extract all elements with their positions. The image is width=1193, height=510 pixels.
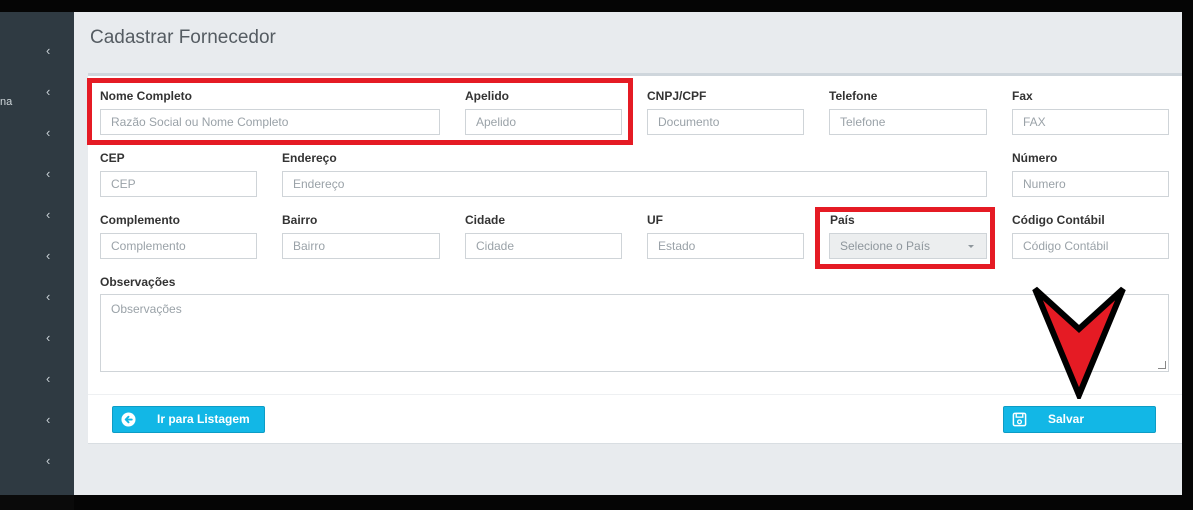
complemento-input[interactable]: Complemento bbox=[100, 233, 257, 259]
label-telefone: Telefone bbox=[829, 89, 878, 103]
label-numero: Número bbox=[1012, 151, 1058, 165]
bairro-input[interactable]: Bairro bbox=[282, 233, 440, 259]
telefone-input[interactable]: Telefone bbox=[829, 109, 987, 135]
label-endereco: Endereço bbox=[282, 151, 337, 165]
label-observacoes: Observações bbox=[100, 275, 176, 289]
highlight-box-name-fields bbox=[87, 78, 633, 145]
cep-input[interactable]: CEP bbox=[100, 171, 257, 197]
label-cep: CEP bbox=[100, 151, 125, 165]
floppy-disk-icon bbox=[1012, 412, 1027, 427]
label-codigo-contabil: Código Contábil bbox=[1012, 213, 1105, 227]
page-title: Cadastrar Fornecedor bbox=[90, 27, 276, 48]
numero-input[interactable]: Numero bbox=[1012, 171, 1169, 197]
chevron-left-icon[interactable]: ‹ bbox=[46, 126, 58, 140]
label-cnpj-cpf: CNPJ/CPF bbox=[647, 89, 707, 103]
chevron-left-icon[interactable]: ‹ bbox=[46, 249, 58, 263]
highlight-box-pais bbox=[815, 207, 995, 269]
chevron-left-icon[interactable]: ‹ bbox=[46, 167, 58, 181]
down-arrow-annotation-icon bbox=[1032, 286, 1126, 399]
uf-input[interactable]: Estado bbox=[647, 233, 804, 259]
arrow-left-circle-icon bbox=[121, 412, 136, 427]
chevron-left-icon[interactable]: ‹ bbox=[46, 372, 58, 386]
back-to-list-button[interactable]: Ir para Listagem bbox=[112, 406, 265, 433]
back-to-list-label: Ir para Listagem bbox=[157, 412, 250, 426]
chevron-left-icon[interactable]: ‹ bbox=[46, 331, 58, 345]
label-complemento: Complemento bbox=[100, 213, 181, 227]
form-divider bbox=[88, 394, 1182, 395]
codigo-contabil-input[interactable]: Código Contábil bbox=[1012, 233, 1169, 259]
chevron-left-icon[interactable]: ‹ bbox=[46, 413, 58, 427]
chevron-left-icon[interactable]: ‹ bbox=[46, 85, 58, 99]
chevron-left-icon[interactable]: ‹ bbox=[46, 44, 58, 58]
cidade-input[interactable]: Cidade bbox=[465, 233, 622, 259]
label-uf: UF bbox=[647, 213, 663, 227]
chevron-left-icon[interactable]: ‹ bbox=[46, 290, 58, 304]
fax-input[interactable]: FAX bbox=[1012, 109, 1169, 135]
label-cidade: Cidade bbox=[465, 213, 506, 227]
chevron-left-icon[interactable]: ‹ bbox=[46, 454, 58, 468]
save-button[interactable]: Salvar bbox=[1003, 406, 1156, 433]
chevron-left-icon[interactable]: ‹ bbox=[46, 208, 58, 222]
observacoes-textarea[interactable]: Observações bbox=[100, 294, 1169, 372]
sidebar-stub-text: na bbox=[0, 96, 13, 108]
observacoes-placeholder: Observações bbox=[111, 302, 182, 316]
label-fax: Fax bbox=[1012, 89, 1033, 103]
sidebar-footer bbox=[0, 495, 74, 510]
sidebar: na ‹ ‹ ‹ ‹ ‹ ‹ ‹ ‹ ‹ ‹ ‹ bbox=[0, 12, 74, 495]
label-bairro: Bairro bbox=[282, 213, 318, 227]
endereco-input[interactable]: Endereço bbox=[282, 171, 987, 197]
save-label: Salvar bbox=[1048, 412, 1085, 426]
documento-input[interactable]: Documento bbox=[647, 109, 804, 135]
resize-grip-icon[interactable] bbox=[1158, 361, 1166, 369]
